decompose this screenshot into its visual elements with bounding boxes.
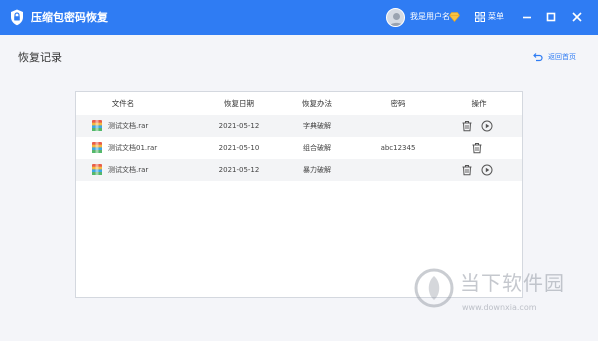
header-date: 恢复日期 xyxy=(224,99,254,108)
header-password: 密码 xyxy=(390,99,406,108)
recovery-method: 暴力破解 xyxy=(303,166,331,174)
watermark-url: www.downxia.com xyxy=(462,303,537,312)
file-name: 测试文档.rar xyxy=(108,122,149,130)
back-arrow-icon xyxy=(533,53,543,62)
delete-icon[interactable] xyxy=(471,142,483,154)
table-row: 测试文档.rar 2021-05-12 暴力破解 xyxy=(76,159,522,181)
table-row: 测试文档.rar 2021-05-12 字典破解 xyxy=(76,115,522,137)
header-actions: 操作 xyxy=(471,99,487,108)
app-title: 压缩包密码恢复 xyxy=(31,11,108,24)
grid-menu-icon[interactable] xyxy=(475,12,485,22)
table-row: 测试文档01.rar 2021-05-10 组合破解 abc12345 xyxy=(76,137,522,159)
recovery-date: 2021-05-12 xyxy=(218,122,260,130)
play-icon[interactable] xyxy=(481,164,493,176)
watermark: 当下软件园 www.downxia.com xyxy=(414,262,584,322)
recovery-date: 2021-05-12 xyxy=(218,166,260,174)
delete-icon[interactable] xyxy=(461,164,473,176)
header-filename: 文件名 xyxy=(111,99,135,108)
shield-icon xyxy=(11,9,23,26)
menu-button[interactable]: 菜单 xyxy=(488,11,504,23)
file-name: 测试文档01.rar xyxy=(108,144,158,152)
vip-diamond-icon xyxy=(449,12,460,22)
recovery-date: 2021-05-10 xyxy=(218,144,260,152)
rar-file-icon xyxy=(92,164,102,175)
password: abc12345 xyxy=(380,144,416,152)
play-icon[interactable] xyxy=(481,120,493,132)
title-bar: 压缩包密码恢复 我是用户名 菜单 xyxy=(0,0,598,35)
header-method: 恢复办法 xyxy=(302,99,332,108)
maximize-icon[interactable] xyxy=(543,9,559,25)
recovery-method: 字典破解 xyxy=(303,122,331,130)
user-avatar-icon xyxy=(389,13,404,26)
recovery-method: 组合破解 xyxy=(303,144,331,152)
username[interactable]: 我是用户名 xyxy=(410,11,450,23)
close-icon[interactable] xyxy=(569,9,585,25)
delete-icon[interactable] xyxy=(461,120,473,132)
rar-file-icon xyxy=(92,120,102,131)
file-name: 测试文档.rar xyxy=(108,166,149,174)
page-title: 恢复记录 xyxy=(18,51,62,64)
minimize-icon[interactable] xyxy=(519,9,535,25)
avatar[interactable] xyxy=(386,8,405,27)
watermark-logo-icon xyxy=(414,268,454,308)
back-home-label[interactable]: 返回首页 xyxy=(548,51,576,63)
rar-file-icon xyxy=(92,142,102,153)
watermark-title: 当下软件园 xyxy=(460,271,565,295)
